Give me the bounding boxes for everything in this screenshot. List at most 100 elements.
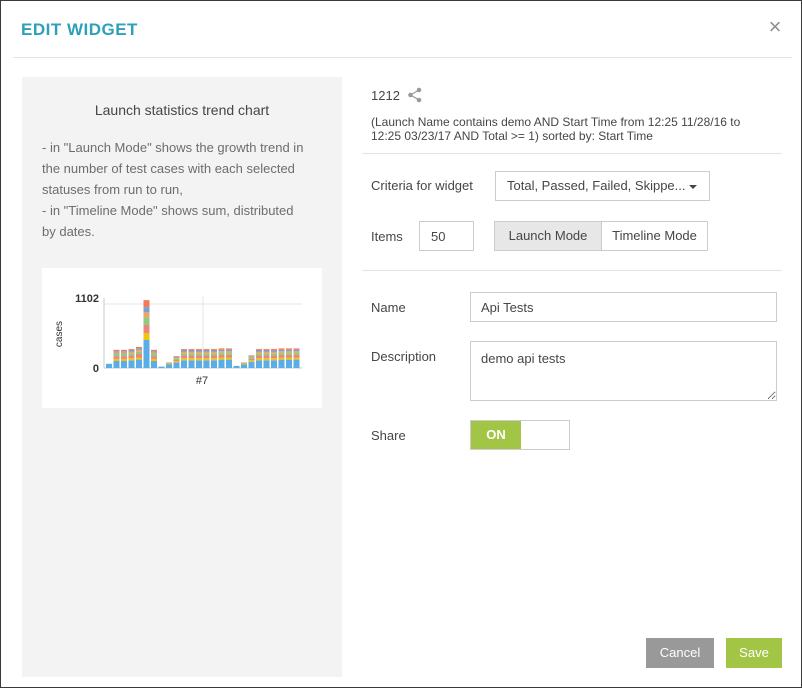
launch-mode-button[interactable]: Launch Mode bbox=[494, 221, 602, 251]
preview-bar-segment bbox=[151, 354, 157, 357]
preview-bar-segment bbox=[286, 357, 292, 360]
description-textarea[interactable]: demo api tests bbox=[470, 341, 777, 401]
edit-widget-modal: EDIT WIDGET × Launch statistics trend ch… bbox=[0, 0, 802, 688]
widget-filter-description: (Launch Name contains demo AND Start Tim… bbox=[371, 115, 741, 143]
preview-bar-segment bbox=[218, 354, 225, 358]
criteria-selected-value: Total, Passed, Failed, Skippe... bbox=[507, 178, 686, 193]
preview-bar-segment bbox=[188, 360, 195, 368]
preview-bar-segment bbox=[181, 355, 187, 359]
preview-bar-segment bbox=[196, 349, 202, 351]
preview-bar-segment bbox=[136, 349, 142, 352]
preview-bar-segment bbox=[173, 362, 180, 368]
preview-bar-segment bbox=[211, 358, 217, 361]
preview-bar-segment bbox=[181, 360, 187, 368]
preview-bar-segment bbox=[196, 351, 202, 354]
preview-bar-segment bbox=[248, 360, 255, 362]
preview-bar-segment bbox=[203, 350, 210, 352]
preview-bar-segment bbox=[121, 349, 127, 352]
preview-bar-segment bbox=[128, 360, 135, 368]
preview-bar-segment bbox=[293, 359, 300, 368]
preview-bar-segment bbox=[136, 347, 142, 349]
description-label: Description bbox=[371, 349, 437, 364]
preview-bar-segment bbox=[151, 361, 157, 368]
criteria-label: Criteria for widget bbox=[371, 178, 473, 193]
preview-bar-segment bbox=[263, 355, 270, 359]
preview-bar-segment bbox=[278, 351, 285, 353]
preview-bar-segment bbox=[121, 351, 127, 353]
preview-bar-segment bbox=[136, 359, 142, 368]
preview-bar-segment bbox=[256, 358, 262, 361]
preview-bar-segment bbox=[271, 351, 277, 354]
preview-x-label: #7 bbox=[196, 375, 208, 387]
preview-bar-segment bbox=[121, 356, 127, 359]
save-button[interactable]: Save bbox=[726, 638, 782, 668]
preview-y-max-label: 1102 bbox=[75, 293, 99, 305]
preview-bar-segment bbox=[233, 365, 240, 368]
preview-bar-segment bbox=[151, 351, 157, 353]
preview-bar-segment bbox=[113, 351, 120, 353]
widget-type-description: - in "Launch Mode" shows the growth tren… bbox=[42, 137, 327, 242]
share-icon[interactable] bbox=[407, 87, 423, 103]
preview-bar-segment bbox=[286, 359, 292, 368]
criteria-dropdown[interactable]: Total, Passed, Failed, Skippe... bbox=[495, 171, 710, 201]
share-toggle-on: ON bbox=[471, 421, 521, 449]
preview-bar-segment bbox=[211, 360, 217, 368]
preview-bar-segment bbox=[181, 353, 187, 356]
preview-bar-segment bbox=[218, 352, 225, 355]
preview-bar-segment bbox=[293, 351, 300, 353]
preview-bar-segment bbox=[271, 349, 277, 351]
preview-bar-segment bbox=[211, 351, 217, 354]
preview-bar-segment bbox=[158, 366, 165, 368]
preview-bar-segment bbox=[293, 349, 300, 352]
description-line: statuses from run to run, bbox=[42, 182, 183, 197]
preview-bar-segment bbox=[256, 350, 262, 352]
items-input[interactable] bbox=[419, 221, 474, 251]
preview-bar-segment bbox=[203, 349, 210, 351]
preview-bar-segment bbox=[256, 349, 262, 351]
preview-bar-segment bbox=[263, 358, 270, 361]
share-toggle[interactable]: ON bbox=[470, 420, 570, 450]
preview-bar-segment bbox=[196, 355, 202, 359]
preview-bar-segment bbox=[173, 361, 180, 363]
preview-bar-segment bbox=[113, 356, 120, 359]
preview-bar-segment bbox=[143, 307, 150, 312]
timeline-mode-button[interactable]: Timeline Mode bbox=[601, 221, 708, 251]
widget-number: 1212 bbox=[371, 88, 400, 103]
preview-bar-segment bbox=[188, 353, 195, 356]
preview-bar-segment bbox=[166, 364, 172, 368]
preview-bar-segment bbox=[128, 353, 135, 356]
description-line: - in "Timeline Mode" shows sum, distribu… bbox=[42, 203, 294, 218]
preview-bar-segment bbox=[286, 354, 292, 358]
preview-bar-segment bbox=[256, 360, 262, 368]
preview-bar-segment bbox=[128, 351, 135, 354]
preview-bar-segment bbox=[293, 357, 300, 360]
preview-bar-segment bbox=[286, 349, 292, 352]
close-icon[interactable]: × bbox=[765, 15, 785, 39]
preview-bar-segment bbox=[263, 349, 270, 351]
preview-bar-segment bbox=[226, 357, 232, 360]
name-input[interactable] bbox=[470, 292, 777, 322]
widget-type-title: Launch statistics trend chart bbox=[94, 102, 270, 118]
preview-bar-segment bbox=[218, 349, 225, 352]
preview-bar-segment bbox=[226, 352, 232, 355]
preview-bar-segment bbox=[226, 359, 232, 368]
preview-bar-segment bbox=[188, 350, 195, 352]
preview-bar-segment bbox=[226, 349, 232, 352]
preview-bar-segment bbox=[113, 361, 120, 368]
cancel-button[interactable]: Cancel bbox=[646, 638, 714, 668]
preview-bar-segment bbox=[188, 358, 195, 361]
preview-bar-segment bbox=[181, 351, 187, 354]
preview-bar-segment bbox=[136, 351, 142, 354]
divider bbox=[362, 153, 782, 154]
preview-bar-segment bbox=[196, 350, 202, 352]
preview-bar-segment bbox=[218, 351, 225, 353]
preview-bar-segment bbox=[278, 354, 285, 358]
preview-bar-segment bbox=[196, 353, 202, 356]
preview-bar-segment bbox=[121, 354, 127, 357]
preview-bar-segment bbox=[248, 358, 255, 361]
preview-bar-segment bbox=[278, 348, 285, 350]
preview-bar-segment bbox=[256, 353, 262, 356]
preview-bar-segment bbox=[293, 352, 300, 355]
preview-bar-segment bbox=[278, 352, 285, 355]
preview-bar-segment bbox=[226, 351, 232, 353]
